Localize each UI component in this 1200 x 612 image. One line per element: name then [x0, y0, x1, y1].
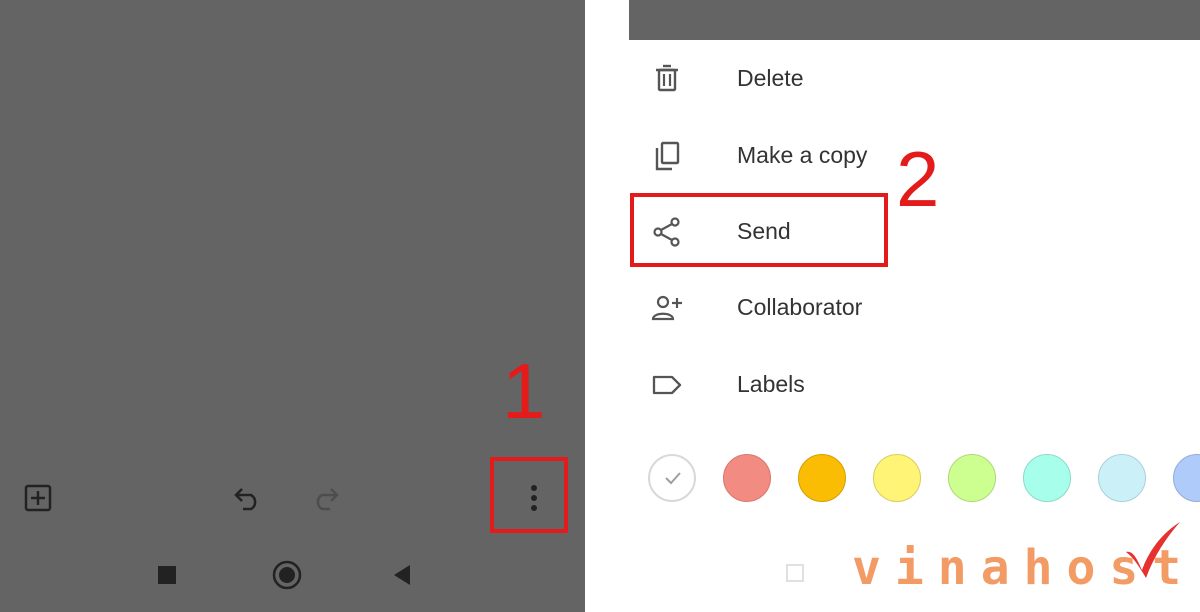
add-box-icon[interactable] — [24, 484, 52, 512]
color-swatch-orange[interactable] — [798, 454, 846, 502]
step-2-label: 2 — [896, 135, 940, 223]
dimmed-header — [629, 0, 1200, 40]
color-swatch-blue[interactable] — [1098, 454, 1146, 502]
checkbox-icon — [786, 564, 804, 582]
menu-item-delete[interactable]: Delete — [629, 43, 1200, 113]
color-swatch-teal[interactable] — [1023, 454, 1071, 502]
label-icon — [652, 375, 682, 395]
more-vert-icon[interactable] — [527, 484, 541, 512]
back-nav-icon[interactable] — [392, 563, 412, 587]
home-nav-icon[interactable] — [272, 560, 302, 590]
recents-nav-icon[interactable] — [158, 566, 176, 584]
menu-item-label: Delete — [737, 65, 804, 91]
vinahost-check-logo-icon — [1126, 522, 1180, 578]
color-swatch-default[interactable] — [648, 454, 696, 502]
copy-icon — [655, 141, 680, 171]
menu-item-label: Make a copy — [737, 142, 868, 168]
trash-icon — [656, 64, 678, 92]
menu-item-collaborator[interactable]: Collaborator — [629, 272, 1200, 342]
add-person-icon — [651, 295, 682, 321]
undo-icon[interactable] — [233, 485, 263, 511]
redo-icon[interactable] — [310, 485, 340, 511]
color-swatch-yellow[interactable] — [873, 454, 921, 502]
menu-item-label: Labels — [737, 371, 805, 397]
send-highlight — [630, 193, 888, 267]
check-icon — [665, 472, 681, 485]
color-swatch-green[interactable] — [948, 454, 996, 502]
menu-item-labels[interactable]: Labels — [629, 349, 1200, 419]
more-options-menu: Delete Make a copy Send Collaborator Lab… — [629, 40, 1200, 612]
screen-divider — [585, 0, 629, 612]
color-swatch-red[interactable] — [723, 454, 771, 502]
note-editor-screen: 1 — [0, 0, 585, 612]
step-1-label: 1 — [502, 347, 546, 435]
menu-item-label: Collaborator — [737, 294, 863, 320]
